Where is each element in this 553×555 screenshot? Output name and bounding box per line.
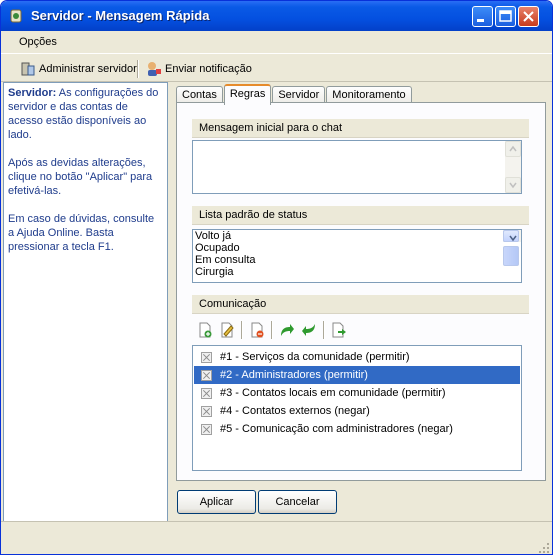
app-icon	[10, 9, 22, 23]
menu-bar: Opções	[1, 31, 552, 54]
initial-message-header: Mensagem inicial para o chat	[192, 119, 529, 138]
tab-regras[interactable]: Regras	[223, 84, 272, 105]
arrow-up-icon	[509, 145, 517, 152]
help-heading: Servidor:	[8, 87, 57, 99]
rule-checkbox[interactable]	[201, 406, 212, 417]
status-list-scrollbar[interactable]	[503, 230, 521, 266]
scroll-thumb[interactable]	[503, 246, 519, 266]
rules-list[interactable]: #1 - Serviços da comunidade (permitir) #…	[192, 345, 522, 471]
initial-message-input[interactable]	[192, 140, 522, 194]
settings-tabs: Contas Regras Servidor Monitoramento Men…	[176, 84, 546, 485]
help-paragraph-1: Servidor: As configurações do servidor e…	[8, 86, 163, 142]
add-rule-icon[interactable]	[197, 322, 213, 338]
server-admin-icon	[21, 62, 35, 76]
export-icon[interactable]	[331, 322, 347, 338]
send-notification-label: Enviar notificação	[165, 63, 252, 75]
status-list-input[interactable]: Volto já Ocupado Em consulta Cirurgia	[192, 229, 522, 283]
tool-separator	[271, 321, 273, 339]
rule-checkbox[interactable]	[201, 352, 212, 363]
toolbar-separator	[137, 60, 139, 78]
communication-header: Comunicação	[192, 295, 529, 314]
close-button[interactable]	[518, 6, 539, 27]
list-item[interactable]: #4 - Contatos externos (negar)	[194, 402, 520, 420]
status-list-header: Lista padrão de status	[192, 206, 529, 225]
cancel-button[interactable]: Cancelar	[258, 490, 337, 514]
toolbar: Administrar servidor Enviar notificação	[1, 57, 552, 82]
window-title: Servidor - Mensagem Rápida	[31, 8, 210, 23]
minimize-icon	[477, 19, 484, 22]
app-window: Servidor - Mensagem Rápida Opções Admini…	[0, 0, 553, 555]
rule-checkbox[interactable]	[201, 370, 212, 381]
arrow-down-icon	[509, 182, 517, 189]
arrow-down-icon	[509, 235, 517, 242]
status-item: Em consulta	[195, 254, 256, 266]
list-item[interactable]: #1 - Serviços da comunidade (permitir)	[194, 348, 520, 366]
list-item[interactable]: #5 - Comunicação com administradores (ne…	[194, 420, 520, 438]
apply-button[interactable]: Aplicar	[177, 490, 256, 514]
scroll-up-button[interactable]	[505, 141, 521, 157]
tab-strip: Contas Regras Servidor Monitoramento	[176, 84, 413, 105]
help-paragraph-2: Após as devidas alterações, clique no bo…	[8, 157, 153, 197]
move-up-icon[interactable]	[279, 322, 295, 338]
status-item: Ocupado	[195, 242, 240, 254]
status-item: Volto já	[195, 230, 232, 242]
initial-message-scrollbar[interactable]	[505, 141, 521, 193]
rule-checkbox[interactable]	[201, 424, 212, 435]
dialog-buttons: Aplicar Cancelar	[169, 485, 552, 521]
tool-separator	[241, 321, 243, 339]
scroll-down-button[interactable]	[505, 177, 521, 193]
minimize-button[interactable]	[472, 6, 493, 27]
maximize-icon	[499, 10, 512, 22]
help-panel: Servidor: As configurações do servidor e…	[3, 82, 168, 538]
status-item: Cirurgia	[195, 266, 234, 278]
title-bar[interactable]: Servidor - Mensagem Rápida	[1, 1, 552, 31]
menu-opcoes[interactable]: Opções	[19, 36, 57, 48]
maximize-button[interactable]	[495, 6, 516, 27]
list-item[interactable]: #3 - Contatos locais em comunidade (perm…	[194, 384, 520, 402]
rule-checkbox[interactable]	[201, 388, 212, 399]
regras-tab-page: Mensagem inicial para o chat Lista padrã…	[176, 102, 546, 481]
scroll-down-button[interactable]	[503, 230, 519, 242]
status-bar	[1, 521, 552, 554]
list-item[interactable]: #2 - Administradores (permitir)	[194, 366, 520, 384]
admin-server-label: Administrar servidor	[39, 63, 137, 75]
help-paragraph-3: Em caso de dúvidas, consulte a Ajuda Onl…	[8, 213, 155, 253]
send-notification-button[interactable]: Enviar notificação	[145, 60, 252, 78]
edit-rule-icon[interactable]	[219, 322, 235, 338]
close-icon	[523, 11, 534, 22]
admin-server-button[interactable]: Administrar servidor	[19, 60, 137, 78]
tool-separator	[323, 321, 325, 339]
notification-icon	[148, 62, 161, 76]
delete-rule-icon[interactable]	[249, 322, 265, 338]
resize-grip-icon[interactable]	[538, 542, 550, 554]
move-down-icon[interactable]	[301, 322, 317, 338]
